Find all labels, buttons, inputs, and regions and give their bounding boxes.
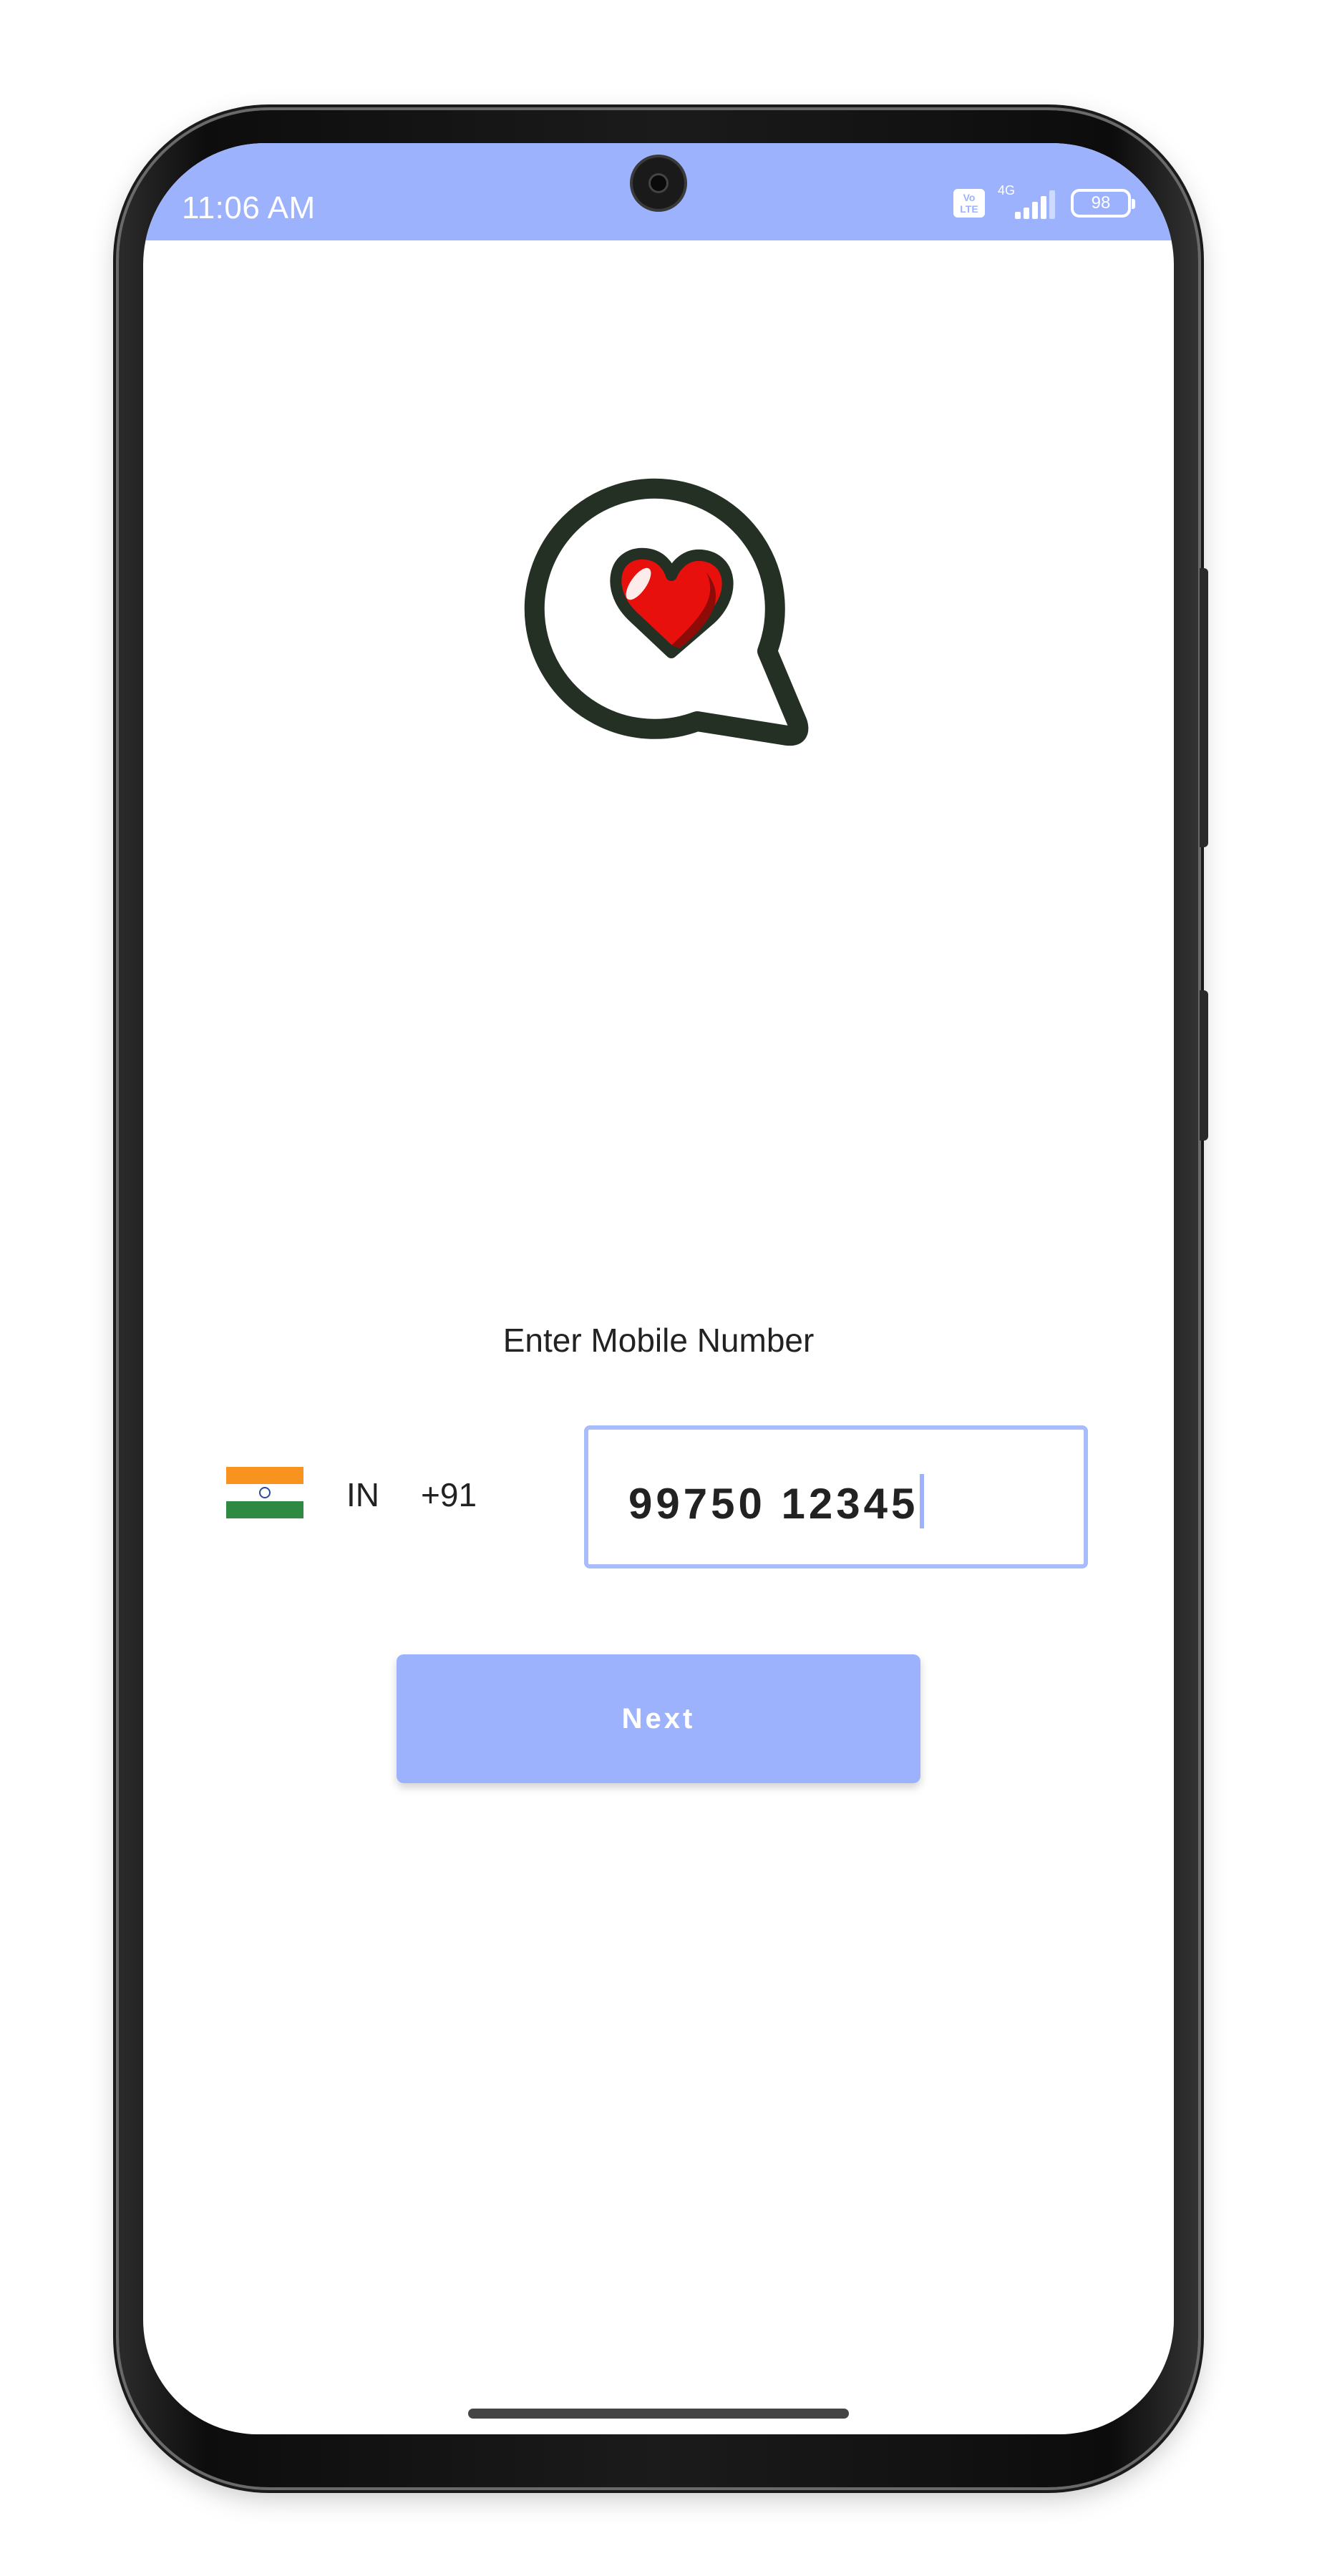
signal-icon: 4G: [998, 183, 1058, 219]
status-bar: 11:06 AM Vo LTE 4G 98: [143, 143, 1174, 240]
phone-number-text: 99750 12345: [628, 1480, 919, 1528]
phone-number-input[interactable]: 99750 12345: [584, 1425, 1088, 1568]
status-icons: Vo LTE 4G 98: [953, 183, 1135, 219]
country-code[interactable]: IN: [346, 1475, 379, 1514]
volume-button: [1200, 568, 1208, 847]
phone-number-value: 99750 12345: [628, 1474, 925, 1528]
dial-code[interactable]: +91: [421, 1475, 477, 1514]
text-caret: [920, 1474, 925, 1528]
battery-icon: 98: [1071, 189, 1135, 218]
phone-frame: 11:06 AM Vo LTE 4G 98 Enter Mobile Numbe…: [119, 110, 1208, 2487]
front-camera: [633, 157, 684, 209]
page-title: Enter Mobile Number: [502, 1322, 815, 1359]
device-mockup: 11:06 AM Vo LTE 4G 98 Enter Mobile Numbe…: [0, 0, 1317, 2576]
home-indicator[interactable]: [468, 2409, 849, 2419]
battery-level: 98: [1091, 193, 1111, 213]
india-flag-icon[interactable]: [226, 1467, 303, 1518]
volte-label: Vo LTE: [960, 192, 978, 215]
app-screen: 11:06 AM Vo LTE 4G 98 Enter Mobile Numbe…: [143, 143, 1174, 2434]
volte-icon: Vo LTE: [953, 189, 985, 218]
status-time: 11:06 AM: [182, 190, 316, 225]
next-button[interactable]: Next: [397, 1654, 920, 1783]
network-type-label: 4G: [998, 183, 1016, 197]
power-button: [1200, 990, 1208, 1141]
heart-chat-bubble-icon: [524, 478, 809, 746]
